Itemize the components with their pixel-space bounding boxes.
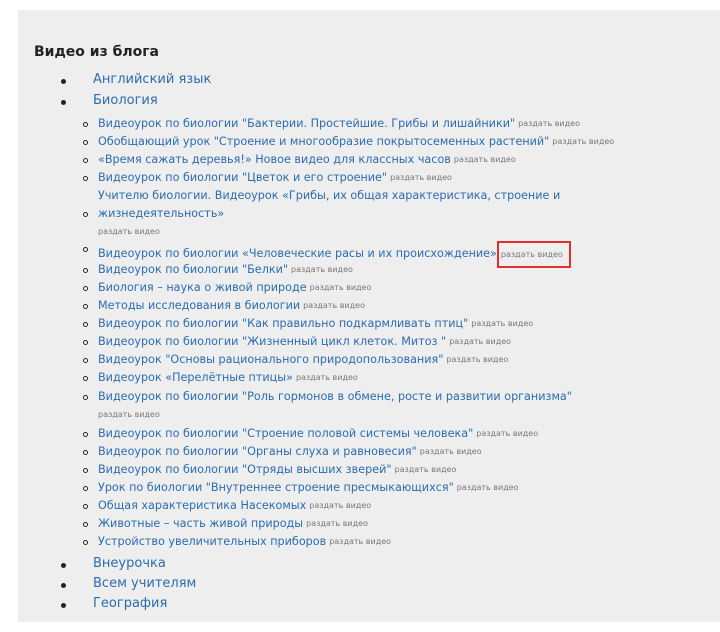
share-video-link[interactable]: раздать видео (446, 355, 508, 364)
video-link[interactable]: Видеоурок по биологии "Отряды высших зве… (98, 463, 392, 476)
list-item: Урок по биологии "Внутреннее строение пр… (83, 480, 519, 496)
category-all-teachers[interactable]: Всем учителям (60, 576, 196, 591)
list-item: Животные – часть живой природы раздать ви… (83, 516, 368, 532)
video-link[interactable]: Видеоурок по биологии "Жизненный цикл кл… (98, 335, 446, 348)
list-item: Видеоурок по биологии "Отряды высших зве… (82, 462, 457, 478)
video-link[interactable]: Животные – часть живой природы (98, 517, 303, 530)
video-link[interactable]: Учителю биологии. Видеоурок «Грибы, их о… (98, 189, 560, 202)
share-video-link-highlighted[interactable]: раздать видео (496, 241, 571, 268)
list-item: Биология – наука о живой природе раздать … (82, 280, 372, 296)
video-link[interactable]: Видеоурок «Перелётные птицы» (98, 371, 293, 384)
video-link[interactable]: Видеоурок по биологии "Как правильно под… (98, 317, 468, 330)
list-item: Видеоурок по биологии "Роль гормонов в о… (83, 389, 572, 405)
video-link[interactable]: Урок по биологии "Внутреннее строение пр… (98, 481, 454, 494)
list-item: Общая характеристика Насекомых раздать ви… (82, 498, 371, 514)
list-item: Видеоурок по биологии "Белки" раздать вид… (83, 262, 353, 278)
list-item-share-row: раздать видео (98, 407, 160, 423)
share-video-link[interactable]: раздать видео (457, 483, 519, 492)
video-link[interactable]: Устройство увеличительных приборов (98, 535, 326, 548)
share-video-link[interactable]: раздать видео (306, 519, 368, 528)
list-item: Видеоурок по биологии "Бактерии. Простей… (83, 116, 580, 132)
share-video-link[interactable]: раздать видео (296, 373, 358, 382)
share-video-link[interactable]: раздать видео (329, 537, 391, 546)
share-video-link[interactable]: раздать видео (291, 265, 353, 274)
video-link[interactable]: «Время сажать деревья!» Новое видео для … (98, 153, 451, 166)
list-item: Видеоурок "Основы рационального природоп… (82, 352, 508, 368)
category-biology-link[interactable]: Биология (93, 93, 158, 108)
list-item: Видеоурок по биологии "Жизненный цикл кл… (82, 334, 511, 350)
share-video-link[interactable]: раздать видео (471, 319, 533, 328)
list-item: Устройство увеличительных приборов раздат… (82, 534, 391, 550)
video-link[interactable]: Видеоурок по биологии "Бактерии. Простей… (98, 117, 515, 130)
list-item: Видеоурок по биологии "Органы слуха и ра… (83, 444, 482, 460)
list-item: Видеоурок по биологии "Цветок и его стро… (83, 170, 452, 186)
share-video-link[interactable]: раздать видео (310, 283, 372, 292)
share-video-link[interactable]: раздать видео (390, 173, 452, 182)
list-item: Видеоурок по биологии "Строение половой … (82, 426, 538, 442)
list-item: Обобщающий урок "Строение и многообразие… (82, 134, 614, 150)
video-link[interactable]: Обобщающий урок "Строение и многообразие… (98, 135, 549, 148)
video-link[interactable]: Видеоурок по биологии "Органы слуха и ра… (98, 445, 417, 458)
list-item: жизнедеятельность» (82, 206, 224, 222)
share-video-link[interactable]: раздать видео (395, 465, 457, 474)
list-item: Видеоурок по биологии "Как правильно под… (82, 316, 533, 332)
video-link[interactable]: Видеоурок по биологии "Строение половой … (98, 427, 473, 440)
share-video-link[interactable]: раздать видео (420, 447, 482, 456)
list-item: Видеоурок «Перелётные птицы» раздать виде… (83, 370, 358, 386)
category-extracurricular[interactable]: Внеурочка (61, 556, 166, 571)
share-video-link[interactable]: раздать видео (303, 301, 365, 310)
share-video-link[interactable]: раздать видео (98, 227, 160, 236)
video-link[interactable]: Видеоурок по биологии "Цветок и его стро… (98, 171, 387, 184)
video-link-continued[interactable]: жизнедеятельность» (98, 207, 224, 220)
category-biology[interactable]: Биология (61, 93, 158, 108)
share-video-link[interactable]: раздать видео (552, 137, 614, 146)
category-english-link[interactable]: Английский язык (93, 72, 211, 87)
category-all-teachers-link[interactable]: Всем учителям (93, 576, 196, 591)
list-item-line1: Учителю биологии. Видеоурок «Грибы, их о… (98, 188, 560, 204)
share-video-link[interactable]: раздать видео (476, 429, 538, 438)
share-video-link[interactable]: раздать видео (98, 410, 160, 419)
list-item: Методы исследования в биологии раздать ви… (83, 298, 365, 314)
video-link[interactable]: Методы исследования в биологии (98, 299, 300, 312)
category-geography[interactable]: География (60, 596, 167, 611)
video-link[interactable]: Видеоурок "Основы рационального природоп… (98, 353, 443, 366)
video-link[interactable]: Видеоурок по биологии «Человеческие расы… (98, 247, 497, 260)
list-item: «Время сажать деревья!» Новое видео для … (83, 152, 516, 168)
list-item-share-row: раздать видео (98, 224, 160, 240)
share-video-link[interactable]: раздать видео (518, 119, 580, 128)
share-video-link[interactable]: раздать видео (309, 501, 371, 510)
share-video-link[interactable]: раздать видео (454, 155, 516, 164)
video-link[interactable]: Общая характеристика Насекомых (98, 499, 306, 512)
category-extracurricular-link[interactable]: Внеурочка (93, 556, 166, 571)
section-title: Видео из блога (34, 44, 160, 60)
video-link[interactable]: Видеоурок по биологии "Белки" (98, 263, 288, 276)
video-link[interactable]: Биология – наука о живой природе (98, 281, 307, 294)
video-link[interactable]: Видеоурок по биологии "Роль гормонов в о… (98, 390, 572, 403)
share-video-link[interactable]: раздать видео (449, 337, 511, 346)
category-english[interactable]: Английский язык (60, 72, 211, 87)
category-geography-link[interactable]: География (93, 596, 167, 611)
